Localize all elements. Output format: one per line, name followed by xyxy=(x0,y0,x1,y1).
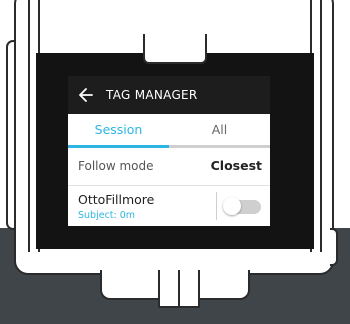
follow-mode-label: Follow mode xyxy=(78,159,154,173)
tab-all[interactable]: All xyxy=(169,114,270,146)
follow-mode-row[interactable]: Follow mode Closest xyxy=(68,148,270,186)
list-item[interactable]: OttoFillmore Subject: 0m xyxy=(68,186,270,226)
device-screen: TAG MANAGER Session All Follow mode Clos… xyxy=(68,76,270,226)
connector-divider xyxy=(178,270,180,306)
subject-toggle[interactable] xyxy=(223,197,261,215)
page-title: TAG MANAGER xyxy=(106,88,198,102)
arrow-left-icon[interactable] xyxy=(78,85,94,105)
toggle-knob[interactable] xyxy=(223,197,241,215)
tab-bar: Session All xyxy=(68,114,270,148)
subject-detail: Subject: 0m xyxy=(78,210,136,221)
device-side-grip-right xyxy=(330,228,338,266)
app-header: TAG MANAGER xyxy=(68,76,270,114)
subject-name: OttoFillmore xyxy=(78,192,155,207)
divider xyxy=(216,192,217,220)
follow-mode-value[interactable]: Closest xyxy=(211,158,262,173)
device-top-notch xyxy=(143,34,207,64)
tab-session[interactable]: Session xyxy=(68,114,169,146)
